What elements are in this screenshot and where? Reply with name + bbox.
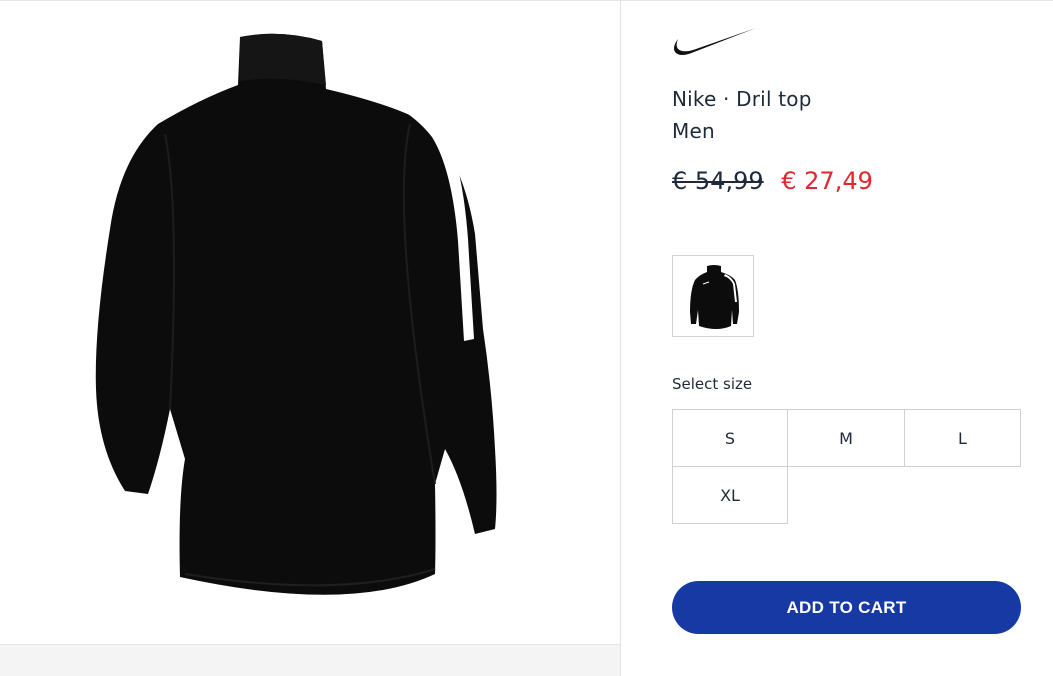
thumbnail-image	[690, 265, 739, 329]
product-name: Nike · Dril top	[672, 87, 812, 111]
add-to-cart-button[interactable]: ADD TO CART	[672, 581, 1021, 634]
original-price: € 54,99	[672, 167, 764, 195]
swoosh-logo[interactable]	[672, 25, 756, 59]
product-gallery	[0, 1, 621, 676]
product-image	[95, 33, 497, 595]
product-page: Nike · Dril top Men € 54,99 € 27,49 Sele…	[0, 0, 1053, 676]
product-category: Men	[672, 119, 715, 143]
product-thumbnail[interactable]	[672, 255, 754, 337]
gallery-footer	[0, 644, 620, 676]
size-option-l[interactable]: L	[904, 409, 1021, 467]
size-option-xl[interactable]: XL	[672, 466, 788, 524]
select-size-label: Select size	[672, 375, 753, 393]
sale-price: € 27,49	[781, 167, 873, 195]
size-option-s[interactable]: S	[672, 409, 788, 467]
product-title: Nike · Dril top Men	[672, 83, 812, 147]
size-option-m[interactable]: M	[787, 409, 905, 467]
main-product-image[interactable]	[0, 1, 620, 644]
price-block: € 54,99 € 27,49	[672, 165, 873, 197]
product-info: Nike · Dril top Men € 54,99 € 27,49 Sele…	[622, 1, 1053, 676]
